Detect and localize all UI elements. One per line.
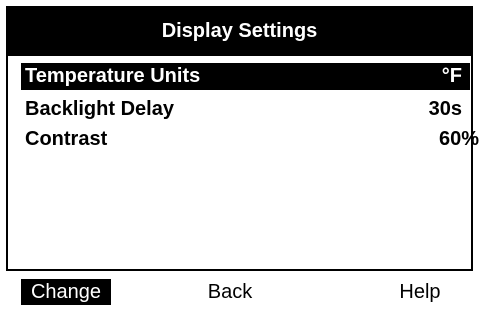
frame-left-border [6,56,8,270]
menu-item-value: °F [441,65,462,87]
softkey-label: Back [207,280,253,303]
menu-item-value: 30s [428,98,462,120]
back-softkey[interactable]: Back [190,279,270,305]
menu-item-value: 60% [438,128,479,150]
menu-item-label: Temperature Units [25,65,201,87]
menu-item-temperature-units[interactable]: Temperature Units °F [21,63,470,90]
menu-item-backlight-delay[interactable]: Backlight Delay 30s [21,96,470,123]
change-softkey[interactable]: Change [21,279,111,305]
menu-item-contrast[interactable]: Contrast 60% [21,126,479,153]
frame-right-border [471,56,473,270]
help-softkey[interactable]: Help [380,279,460,305]
softkey-label: Change [30,280,102,303]
frame-bottom-border [6,269,473,271]
menu-item-label: Contrast [25,128,108,150]
device-screen: Display Settings Temperature Units °F Ba… [0,0,479,309]
menu-item-label: Backlight Delay [25,98,174,120]
page-title: Display Settings [161,19,318,42]
title-bar: Display Settings [6,6,473,56]
softkey-label: Help [399,280,441,303]
